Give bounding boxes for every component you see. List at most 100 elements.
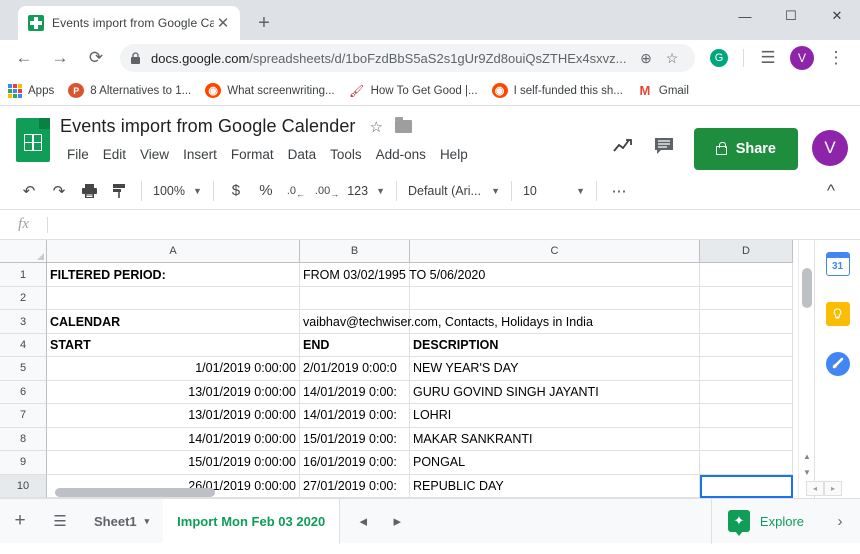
back-icon[interactable]: ← <box>9 43 39 73</box>
row-header[interactable]: 10 <box>0 474 47 498</box>
browser-tab[interactable]: Events import from Google Calen ✕ <box>18 6 240 40</box>
scroll-right-icon[interactable]: ▸ <box>824 481 842 496</box>
menu-edit[interactable]: Edit <box>96 144 133 165</box>
cell-a8[interactable]: 14/01/2019 0:00:00 <box>47 427 300 452</box>
cell-b5[interactable]: 2/01/2019 0:00:0 <box>300 357 410 381</box>
cell-d1[interactable] <box>700 263 793 287</box>
page-title[interactable]: Events import from Google Calender <box>60 116 356 137</box>
cell-b4[interactable]: END <box>300 333 410 358</box>
menu-format[interactable]: Format <box>224 144 281 165</box>
menu-help[interactable]: Help <box>433 144 475 165</box>
row-header[interactable]: 9 <box>0 451 47 475</box>
bookmark-star-icon[interactable]: ☆ <box>659 45 685 71</box>
cell-a5[interactable]: 1/01/2019 0:00:00 <box>47 357 300 381</box>
cell-d5[interactable] <box>700 357 793 381</box>
collapse-toolbar-icon[interactable]: ^ <box>816 177 846 205</box>
percent-format-icon[interactable]: % <box>251 177 281 205</box>
tasks-icon[interactable] <box>825 352 850 376</box>
cell-d7[interactable] <box>700 404 793 428</box>
maximize-icon[interactable]: ☐ <box>768 0 814 32</box>
browser-menu-icon[interactable]: ⋮ <box>821 43 851 73</box>
next-sheet-icon[interactable]: ▸ <box>380 499 414 544</box>
profile-avatar[interactable]: V <box>790 46 814 70</box>
comments-icon[interactable] <box>646 128 682 164</box>
menu-add-ons[interactable]: Add-ons <box>369 144 433 165</box>
forward-icon[interactable]: → <box>45 43 75 73</box>
zoom-level-dropdown[interactable]: 100% ▼ <box>149 178 206 204</box>
row-header[interactable]: 1 <box>0 263 47 287</box>
star-icon[interactable]: ☆ <box>370 118 383 136</box>
cell-b1[interactable]: FROM 03/02/1995 TO 5/06/2020 <box>300 263 485 287</box>
row-header[interactable]: 7 <box>0 404 47 428</box>
window-close-icon[interactable]: ✕ <box>814 0 860 32</box>
cell-c7[interactable]: LOHRI <box>410 404 700 428</box>
cell-c2[interactable] <box>410 286 700 311</box>
menu-file[interactable]: File <box>60 144 96 165</box>
cell-a7[interactable]: 13/01/2019 0:00:00 <box>47 404 300 428</box>
cell-b9[interactable]: 16/01/2019 0:00: <box>300 451 410 475</box>
currency-format-icon[interactable]: $ <box>221 177 251 205</box>
cell-d4[interactable] <box>700 333 793 358</box>
row-header[interactable]: 8 <box>0 427 47 452</box>
activity-dashboard-icon[interactable] <box>606 128 642 164</box>
move-to-folder-icon[interactable] <box>394 117 412 133</box>
row-header[interactable]: 4 <box>0 333 47 358</box>
vertical-scrollbar[interactable]: ▲ ▼ <box>798 240 814 498</box>
cell-c9[interactable]: PONGAL <box>410 451 700 475</box>
cell-b7[interactable]: 14/01/2019 0:00: <box>300 404 410 428</box>
horizontal-scrollbar-thumb[interactable] <box>55 488 215 497</box>
cell-b10[interactable]: 27/01/2019 0:00: <box>300 474 410 498</box>
print-icon[interactable] <box>74 177 104 205</box>
cell-d2[interactable] <box>700 286 793 311</box>
minimize-icon[interactable]: — <box>722 0 768 32</box>
chevron-down-icon[interactable]: ▾ <box>145 516 150 527</box>
cell-b3[interactable]: vaibhav@techwiser.com, Contacts, Holiday… <box>300 310 593 334</box>
menu-tools[interactable]: Tools <box>323 144 369 165</box>
undo-icon[interactable]: ↶ <box>14 177 44 205</box>
cell-c4[interactable]: DESCRIPTION <box>410 333 700 358</box>
column-header-b[interactable]: B <box>300 240 410 264</box>
menu-view[interactable]: View <box>133 144 176 165</box>
cell-a6[interactable]: 13/01/2019 0:00:00 <box>47 380 300 405</box>
more-toolbar-options-icon[interactable]: ⋯ <box>604 177 634 205</box>
cell-a9[interactable]: 15/01/2019 0:00:00 <box>47 451 300 475</box>
cell-c10[interactable]: REPUBLIC DAY <box>410 474 700 498</box>
scroll-up-icon[interactable]: ▲ <box>799 448 815 464</box>
sheet-tab-sheet1[interactable]: Sheet1 ▾ <box>80 499 163 544</box>
menu-data[interactable]: Data <box>281 144 324 165</box>
cell-d10-active[interactable] <box>700 474 793 498</box>
paint-format-icon[interactable] <box>104 177 134 205</box>
cell-a3[interactable]: CALENDAR <box>47 310 300 334</box>
increase-decimal-icon[interactable]: .00 → <box>311 177 343 205</box>
reload-icon[interactable]: ⟳ <box>81 43 111 73</box>
row-header[interactable]: 6 <box>0 380 47 405</box>
bookmark-item[interactable]: M Gmail <box>637 83 688 99</box>
extension-badge-icon[interactable]: G <box>704 43 734 73</box>
cell-d8[interactable] <box>700 427 793 452</box>
scroll-left-icon[interactable]: ◂ <box>806 481 824 496</box>
share-button[interactable]: Share <box>693 128 798 170</box>
cell-c8[interactable]: MAKAR SANKRANTI <box>410 427 700 452</box>
explore-button[interactable]: ✦ Explore <box>710 498 820 544</box>
row-header[interactable]: 5 <box>0 357 47 381</box>
row-header[interactable]: 3 <box>0 310 47 334</box>
bookmark-item[interactable]: P 8 Alternatives to 1... <box>68 83 191 98</box>
cell-a2[interactable] <box>47 286 300 311</box>
all-sheets-button[interactable]: ☰ <box>40 499 80 544</box>
expand-panel-icon[interactable]: › <box>820 499 860 544</box>
scroll-down-icon[interactable]: ▼ <box>799 464 815 480</box>
column-header-c[interactable]: C <box>410 240 700 264</box>
bookmark-item[interactable]: ◉ What screenwriting... <box>205 83 335 98</box>
menu-insert[interactable]: Insert <box>176 144 224 165</box>
keep-icon[interactable] <box>825 302 850 326</box>
column-header-a[interactable]: A <box>47 240 300 264</box>
add-sheet-button[interactable]: + <box>0 499 40 544</box>
zoom-icon[interactable]: ⊕ <box>633 45 659 71</box>
more-formats-dropdown[interactable]: 123 ▼ <box>343 178 389 204</box>
vertical-scrollbar-thumb[interactable] <box>802 268 812 308</box>
cell-b6[interactable]: 14/01/2019 0:00: <box>300 380 410 405</box>
calendar-icon[interactable]: 31 <box>825 252 850 276</box>
cell-d3[interactable] <box>700 310 793 334</box>
bookmark-apps[interactable]: Apps <box>8 83 54 98</box>
sheet-tab-import[interactable]: Import Mon Feb 03 2020 <box>163 498 341 544</box>
